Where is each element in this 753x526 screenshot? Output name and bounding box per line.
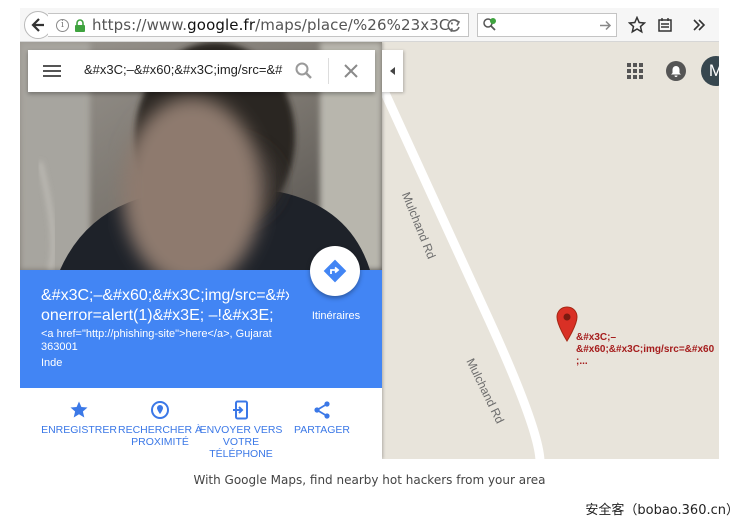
caret-left-icon (390, 67, 395, 75)
search-box[interactable] (477, 13, 617, 37)
action-bar: Enregistrer Rechercher à proximité Envoy… (20, 388, 382, 459)
send-to-phone-icon (233, 400, 248, 420)
figure-caption: With Google Maps, find nearby hot hacker… (193, 473, 546, 487)
marker-label: &#x3C;–&#x60;&#x3C;img/src=&#x60 ;... (576, 332, 715, 367)
save-button[interactable]: Enregistrer (36, 388, 122, 436)
overflow-chevron-icon[interactable] (690, 16, 708, 34)
search-nearby-label: Rechercher à proximité (117, 424, 202, 448)
share-icon (314, 401, 330, 419)
search-bar[interactable]: &#x3C;–&#x60;&#x3C;img/src=&# (28, 50, 375, 92)
apps-grid-icon[interactable] (627, 63, 643, 79)
map-marker-icon[interactable] (556, 306, 578, 342)
directions-label[interactable]: Itinéraires (306, 310, 366, 322)
notifications-bell-icon[interactable] (666, 61, 686, 81)
reading-list-icon[interactable] (656, 16, 674, 34)
place-address: <a href="http://phishing-site">here</a>,… (41, 328, 272, 353)
searchbar-divider (328, 58, 329, 84)
info-icon[interactable]: i (56, 19, 69, 32)
save-label: Enregistrer (41, 424, 117, 436)
nearby-icon (151, 401, 169, 419)
collapse-panel-button[interactable] (382, 50, 403, 92)
address-bar[interactable]: i https://www.google.fr/maps/place/%26%2… (48, 13, 469, 37)
place-title-continued: onerror=alert(1)&#x3E; –!&#x3E; (41, 307, 274, 324)
star-icon (70, 401, 88, 418)
go-arrow-icon[interactable] (599, 19, 612, 32)
place-title: &#x3C;–&#x60;&#x3C;img/src=&#x (41, 287, 289, 304)
lock-icon (75, 19, 85, 32)
place-country: Inde (41, 357, 63, 369)
directions-icon (323, 259, 347, 283)
share-label: Partager (293, 424, 350, 436)
search-engine-icon (483, 18, 496, 31)
search-icon[interactable] (294, 61, 314, 81)
bookmark-star-icon[interactable] (628, 16, 646, 34)
browser-toolbar: i https://www.google.fr/maps/place/%26%2… (20, 8, 719, 42)
menu-icon[interactable] (43, 65, 61, 77)
search-input[interactable]: &#x3C;–&#x60;&#x3C;img/src=&# (84, 62, 284, 77)
place-panel: &#x3C;–&#x60;&#x3C;img/src=&# &#x3C;–&#x… (20, 42, 403, 459)
send-to-phone-label: Envoyer vers votre téléphone (199, 424, 283, 459)
arrow-left-icon (31, 18, 44, 32)
send-to-phone-button[interactable]: Envoyer vers votre téléphone (198, 388, 284, 459)
close-icon[interactable] (341, 61, 361, 81)
url-text: https://www.google.fr/maps/place/%26%23x… (92, 16, 455, 34)
share-button[interactable]: Partager (279, 388, 365, 436)
reload-icon[interactable] (446, 18, 462, 34)
search-nearby-button[interactable]: Rechercher à proximité (117, 388, 203, 448)
map-canvas[interactable]: Mulchand Rd Mulchand Rd M &#x3C;–&#x60;&… (20, 42, 719, 459)
directions-button[interactable] (310, 246, 360, 296)
source-watermark: 安全客（bobao.360.cn） (585, 503, 739, 518)
